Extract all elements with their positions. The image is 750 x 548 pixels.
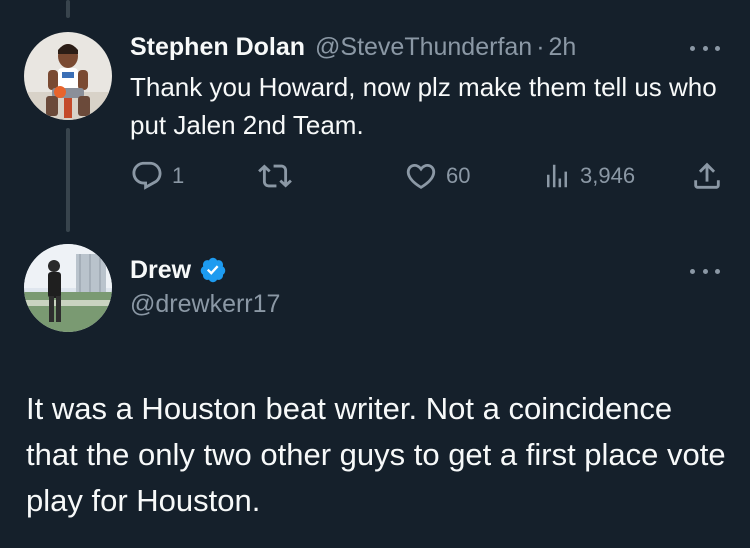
- view-count: 3,946: [580, 163, 636, 188]
- thread-line-top: [66, 0, 70, 18]
- tweet-actions: 1 60 3,946: [130, 158, 726, 194]
- thread-line-connector: [66, 128, 70, 232]
- tweet-header: Stephen Dolan @SteveThunderfan · 2h: [130, 32, 576, 62]
- avatar[interactable]: [24, 32, 112, 120]
- user-handle[interactable]: @drewkerr17: [130, 290, 280, 319]
- share-button[interactable]: [690, 158, 724, 194]
- verified-badge-icon: [199, 256, 227, 284]
- user-handle[interactable]: @SteveThunderfan: [315, 32, 532, 62]
- more-icon[interactable]: [690, 43, 720, 53]
- retweet-icon: [258, 159, 292, 193]
- reply-count: 1: [172, 163, 185, 188]
- more-icon[interactable]: [690, 266, 720, 276]
- timestamp[interactable]: 2h: [549, 32, 577, 62]
- header-separator: ·: [536, 33, 545, 61]
- display-name[interactable]: Stephen Dolan: [130, 32, 305, 62]
- heart-icon: [404, 159, 438, 193]
- avatar[interactable]: [24, 244, 112, 332]
- like-button[interactable]: 60: [404, 158, 470, 194]
- share-icon: [690, 159, 724, 193]
- retweet-button[interactable]: [258, 158, 300, 194]
- reply-button[interactable]: 1: [130, 158, 184, 194]
- display-name[interactable]: Drew: [130, 255, 191, 285]
- views-icon: [542, 159, 572, 193]
- like-count: 60: [446, 163, 471, 188]
- reply-icon: [130, 159, 164, 193]
- tweet-header: Drew: [130, 255, 227, 285]
- tweet-text: Thank you Howard, now plz make them tell…: [130, 72, 717, 140]
- views-button[interactable]: 3,946: [542, 158, 635, 194]
- tweet-text: It was a Houston beat writer. Not a coin…: [26, 391, 726, 518]
